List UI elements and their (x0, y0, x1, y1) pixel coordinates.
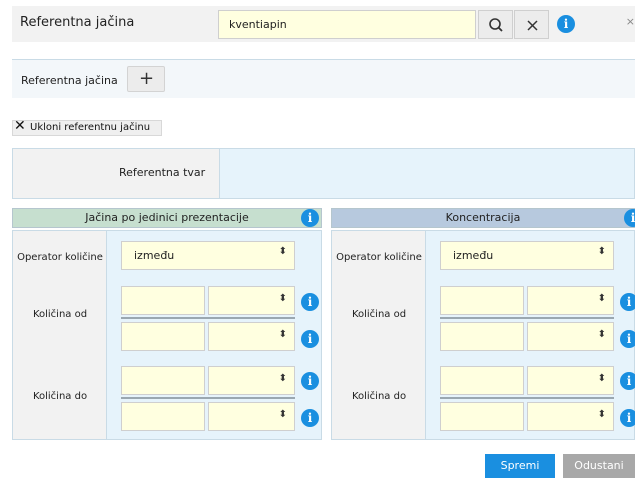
fraction-divider (440, 397, 614, 399)
fraction-divider (121, 317, 295, 319)
reference-substance-label-cell: Referentna tvar (13, 149, 220, 198)
quantity-operator-value: između (134, 249, 175, 262)
reference-strength-bar: Referentna jačina + (12, 59, 635, 98)
reference-substance-value-cell (220, 149, 634, 198)
quantity-from-numerator-unit-select[interactable]: ⬍ (208, 286, 295, 315)
plus-icon: + (139, 68, 155, 89)
quantity-from-denominator-input[interactable] (440, 322, 524, 351)
sort-arrows-icon: ⬍ (278, 329, 287, 340)
close-icon[interactable]: × (626, 15, 635, 28)
info-icon[interactable]: i (620, 409, 635, 427)
info-icon[interactable]: i (301, 330, 319, 348)
sort-arrows-icon: ⬍ (597, 246, 606, 257)
quantity-operator-label: Operator količine (336, 252, 422, 263)
dialog-title: Referentna jačina (20, 15, 135, 30)
quantity-from-label: Količina od (351, 309, 407, 320)
info-icon[interactable]: i (620, 372, 635, 390)
strength-per-unit-panel: Operator količine Količina od Količina d… (12, 230, 322, 440)
sort-arrows-icon: ⬍ (278, 409, 287, 420)
label-column: Operator količine Količina od Količina d… (332, 231, 426, 439)
quantity-to-denominator-input[interactable] (440, 402, 524, 431)
strength-per-unit-header: Jačina po jedinici prezentacije (12, 208, 322, 228)
add-reference-button[interactable]: + (127, 66, 165, 92)
search-button[interactable] (478, 10, 513, 39)
quantity-to-denominator-input[interactable] (121, 402, 205, 431)
quantity-from-denominator-unit-select[interactable]: ⬍ (527, 322, 614, 351)
fraction-divider (121, 397, 295, 399)
quantity-operator-value: između (453, 249, 494, 262)
quantity-to-numerator-unit-select[interactable]: ⬍ (208, 366, 295, 395)
concentration-panel: Operator količine Količina od Količina d… (331, 230, 635, 440)
quantity-from-denominator-input[interactable] (121, 322, 205, 351)
quantity-from-numerator-input[interactable] (440, 286, 524, 315)
sort-arrows-icon: ⬍ (597, 373, 606, 384)
value-column: između ⬍ ⬍ i ⬍ i ⬍ i ⬍ i (107, 231, 321, 439)
info-icon[interactable]: i (301, 293, 319, 311)
reference-substance-input[interactable]: kventiapin (218, 10, 476, 39)
clear-button[interactable] (514, 10, 549, 39)
reference-substance-panel: Referentna tvar (12, 148, 635, 199)
quantity-from-numerator-unit-select[interactable]: ⬍ (527, 286, 614, 315)
sort-arrows-icon: ⬍ (597, 293, 606, 304)
sort-arrows-icon: ⬍ (278, 373, 287, 384)
quantity-to-numerator-input[interactable] (440, 366, 524, 395)
quantity-to-label: Količina do (32, 391, 88, 402)
info-icon[interactable]: i (557, 15, 575, 33)
sort-arrows-icon: ⬍ (278, 293, 287, 304)
concentration-header: Koncentracija (331, 208, 635, 228)
info-icon[interactable]: i (620, 330, 635, 348)
search-icon (489, 18, 503, 32)
info-icon[interactable]: i (301, 372, 319, 390)
reference-substance-label: Referentna tvar (119, 166, 206, 179)
cancel-button[interactable]: Odustani (563, 454, 635, 478)
quantity-to-label: Količina do (351, 391, 407, 402)
quantity-to-denominator-unit-select[interactable]: ⬍ (527, 402, 614, 431)
quantity-from-numerator-input[interactable] (121, 286, 205, 315)
quantity-from-label: Količina od (32, 309, 88, 320)
remove-reference-label: Ukloni referentnu jačinu (30, 122, 151, 133)
info-icon[interactable]: i (301, 409, 319, 427)
info-icon[interactable]: i (620, 293, 635, 311)
sort-arrows-icon: ⬍ (597, 329, 606, 340)
save-button[interactable]: Spremi (485, 454, 555, 478)
quantity-operator-label: Operator količine (17, 252, 103, 263)
value-column: između ⬍ ⬍ i ⬍ i ⬍ i ⬍ i (426, 231, 635, 439)
quantity-from-denominator-unit-select[interactable]: ⬍ (208, 322, 295, 351)
sort-arrows-icon: ⬍ (278, 246, 287, 257)
quantity-to-numerator-unit-select[interactable]: ⬍ (527, 366, 614, 395)
quantity-to-numerator-input[interactable] (121, 366, 205, 395)
reference-strength-label: Referentna jačina (21, 74, 118, 87)
remove-reference-button[interactable]: ✕ Ukloni referentnu jačinu (12, 118, 162, 136)
close-icon (527, 20, 538, 31)
remove-icon: ✕ (14, 118, 26, 134)
fraction-divider (440, 317, 614, 319)
info-icon[interactable]: i (301, 209, 319, 227)
quantity-operator-select[interactable]: između ⬍ (440, 241, 614, 270)
quantity-operator-select[interactable]: između ⬍ (121, 241, 295, 270)
label-column: Operator količine Količina od Količina d… (13, 231, 107, 439)
quantity-to-denominator-unit-select[interactable]: ⬍ (208, 402, 295, 431)
sort-arrows-icon: ⬍ (597, 409, 606, 420)
info-icon[interactable]: i (624, 209, 635, 227)
